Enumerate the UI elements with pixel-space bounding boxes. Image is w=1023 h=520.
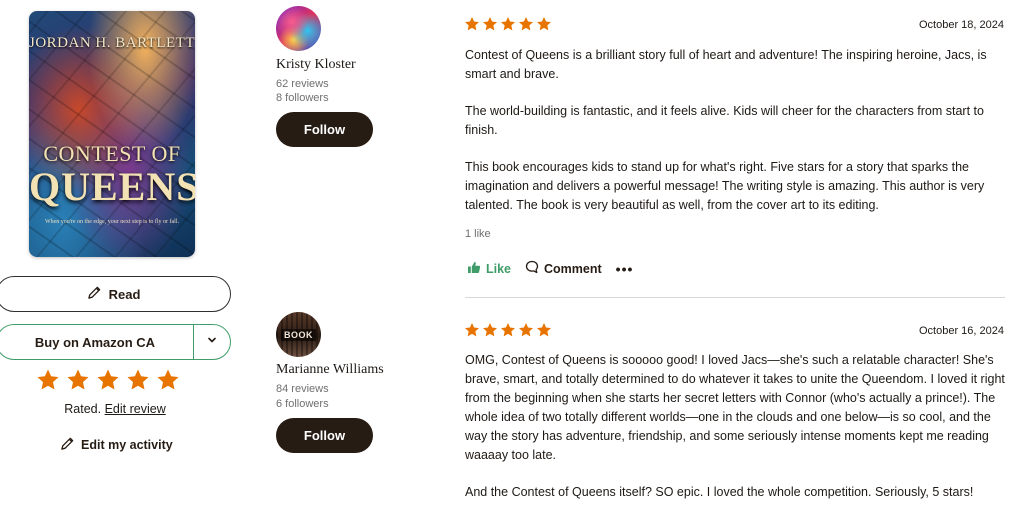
reviewer-name[interactable]: Kristy Kloster	[276, 57, 356, 73]
star-icon[interactable]	[126, 368, 150, 392]
cover-title-line2: QUEENS	[29, 164, 195, 209]
my-rating-stars[interactable]	[36, 368, 180, 392]
edit-activity-button[interactable]: Edit my activity	[60, 436, 173, 454]
star-icon	[519, 323, 533, 337]
avatar-text: BOOK	[281, 328, 316, 341]
like-count[interactable]: 1 like	[465, 228, 491, 240]
reviewer-review-count: 84 reviews	[276, 383, 329, 395]
pencil-icon	[60, 436, 75, 454]
star-icon	[483, 17, 497, 31]
follow-button[interactable]: Follow	[276, 418, 373, 453]
thumbs-up-icon	[467, 261, 481, 277]
review-paragraph: Contest of Queens is a brilliant story f…	[465, 48, 987, 81]
star-icon	[501, 17, 515, 31]
reviewer-name[interactable]: Marianne Williams	[276, 362, 384, 378]
buy-options-dropdown[interactable]	[194, 325, 230, 359]
star-icon	[537, 17, 551, 31]
chevron-down-icon	[206, 333, 218, 351]
avatar[interactable]: BOOK	[276, 312, 321, 357]
star-icon[interactable]	[156, 368, 180, 392]
review-actions: Like Comment •••	[467, 260, 633, 277]
comment-icon	[525, 260, 539, 277]
rated-text: Rated.	[64, 402, 102, 416]
star-icon[interactable]	[36, 368, 60, 392]
review-divider	[465, 297, 1005, 298]
star-icon[interactable]	[66, 368, 90, 392]
comment-button[interactable]: Comment	[525, 260, 602, 277]
reviewer-follower-count: 8 followers	[276, 92, 329, 104]
review-paragraph: And the Contest of Queens itself? SO epi…	[465, 485, 974, 499]
star-icon[interactable]	[96, 368, 120, 392]
cover-author: JORDAN H. BARTLETT	[29, 35, 195, 51]
follow-button[interactable]: Follow	[276, 112, 373, 147]
star-icon	[519, 17, 533, 31]
reviewer-follower-count: 6 followers	[276, 398, 329, 410]
book-cover[interactable]: JORDAN H. BARTLETT CONTEST OF QUEENS Whe…	[29, 11, 195, 257]
review-date[interactable]: October 16, 2024	[804, 325, 1004, 337]
pencil-icon	[87, 285, 102, 303]
star-icon	[465, 323, 479, 337]
read-status-button[interactable]: Read	[0, 276, 231, 312]
comment-label: Comment	[544, 261, 602, 276]
rated-line: Rated. Edit review	[0, 402, 230, 416]
buy-amazon-button[interactable]: Buy on Amazon CA	[0, 325, 194, 359]
review-rating-stars	[464, 322, 552, 338]
review-paragraph: This book encourages kids to stand up fo…	[465, 160, 985, 212]
avatar[interactable]	[276, 6, 321, 51]
review-date[interactable]: October 18, 2024	[804, 19, 1004, 31]
review-paragraph: OMG, Contest of Queens is sooooo good! I…	[465, 353, 1005, 462]
reviewer-review-count: 62 reviews	[276, 78, 329, 90]
review-text: OMG, Contest of Queens is sooooo good! I…	[465, 351, 1005, 520]
buy-button-group: Buy on Amazon CA	[0, 324, 231, 360]
cover-tagline: When you're on the edge, your next step …	[44, 219, 180, 225]
review-text: Contest of Queens is a brilliant story f…	[465, 46, 1005, 233]
like-label: Like	[486, 261, 512, 276]
review-rating-stars	[464, 16, 552, 32]
read-status-label: Read	[108, 286, 141, 302]
like-button[interactable]: Like	[467, 261, 511, 277]
edit-activity-label: Edit my activity	[81, 438, 173, 452]
star-icon	[501, 323, 515, 337]
more-options-button[interactable]: •••	[616, 261, 634, 277]
star-icon	[537, 323, 551, 337]
star-icon	[483, 323, 497, 337]
review-paragraph: The world-building is fantastic, and it …	[465, 104, 984, 137]
edit-review-link[interactable]: Edit review	[105, 402, 166, 416]
star-icon	[465, 17, 479, 31]
